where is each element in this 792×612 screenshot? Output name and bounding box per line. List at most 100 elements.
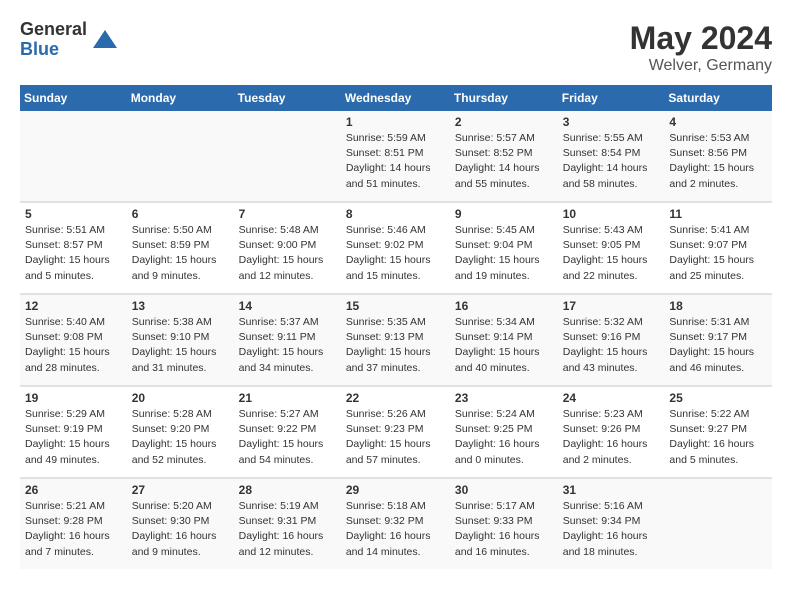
sunrise-text: Sunrise: 5:20 AM <box>132 500 212 512</box>
sunset-text: Sunset: 9:30 PM <box>132 515 210 527</box>
day-number: 14 <box>239 299 336 313</box>
sunset-text: Sunset: 9:33 PM <box>455 515 533 527</box>
calendar-cell: 2Sunrise: 5:57 AMSunset: 8:52 PMDaylight… <box>450 111 558 201</box>
calendar-cell: 5Sunrise: 5:51 AMSunset: 8:57 PMDaylight… <box>20 203 127 293</box>
calendar-cell: 18Sunrise: 5:31 AMSunset: 9:17 PMDayligh… <box>664 295 772 385</box>
daylight-text: Daylight: 16 hours and 14 minutes. <box>346 530 431 557</box>
daylight-text: Daylight: 16 hours and 18 minutes. <box>563 530 648 557</box>
location-title: Welver, Germany <box>630 57 772 75</box>
sunrise-text: Sunrise: 5:24 AM <box>455 408 535 420</box>
sunset-text: Sunset: 9:05 PM <box>563 239 641 251</box>
header-day-wednesday: Wednesday <box>341 85 450 111</box>
calendar-cell: 16 Sunrise: 5:34 AM Sunset: 9:14 PM Dayligh… <box>450 295 558 385</box>
daylight-text: Daylight: 16 hours and 5 minutes. <box>669 438 754 465</box>
sunset-text: Sunset: 9:14 PM <box>455 331 533 343</box>
daylight-text: Daylight: 14 hours and 55 minutes. <box>455 162 540 189</box>
daylight-text: Daylight: 16 hours and 16 minutes. <box>455 530 540 557</box>
sunrise-text: Sunrise: 5:51 AM <box>25 224 105 236</box>
sunset-text: Sunset: 8:54 PM <box>563 147 641 159</box>
calendar-cell: 10Sunrise: 5:43 AMSunset: 9:05 PMDayligh… <box>558 203 665 293</box>
header-day-friday: Friday <box>558 85 665 111</box>
calendar-cell: 4 Sunrise: 5:53 AMSunset: 8:56 PMDaylight… <box>664 111 772 201</box>
day-number: 9 <box>455 207 553 221</box>
calendar-cell: 29Sunrise: 5:18 AMSunset: 9:32 PMDayligh… <box>341 479 450 569</box>
sunset-text: Sunset: 9:02 PM <box>346 239 424 251</box>
calendar-cell: 14 Sunrise: 5:37 AMSunset: 9:11 PMDayligh… <box>234 295 341 385</box>
day-info: Sunrise: 5:23 AMSunset: 9:26 PMDaylight:… <box>563 407 660 468</box>
calendar-cell: 13 Sunrise: 5:38 AMSunset: 9:10 PMDayligh… <box>127 295 234 385</box>
daylight-text: Daylight: 15 hours and 46 minutes. <box>669 346 754 373</box>
sunrise-text: Sunrise: 5:19 AM <box>239 500 319 512</box>
sunset-text: Sunset: 9:22 PM <box>239 423 317 435</box>
sunrise-text: Sunrise: 5:28 AM <box>132 408 212 420</box>
sunrise-text: Sunrise: 5:34 AM <box>455 316 535 328</box>
calendar-cell: 26 Sunrise: 5:21 AM Sunset: 9:28 PM Dayligh… <box>20 479 127 569</box>
day-info: Sunrise: 5:48 AMSunset: 9:00 PMDaylight:… <box>239 223 336 284</box>
sunset-text: Sunset: 9:32 PM <box>346 515 424 527</box>
day-number: 7 <box>239 207 336 221</box>
sunset-text: Sunset: 9:00 PM <box>239 239 317 251</box>
daylight-text: Daylight: 14 hours and 51 minutes. <box>346 162 431 189</box>
sunset-text: Sunset: 9:26 PM <box>563 423 641 435</box>
logo: General Blue <box>20 20 119 60</box>
sunset-text: Sunset: 8:52 PM <box>455 147 533 159</box>
sunrise-text: Sunrise: 5:55 AM <box>563 132 643 144</box>
sunrise-text: Sunrise: 5:37 AM <box>239 316 319 328</box>
day-info: Sunrise: 5:38 AMSunset: 9:10 PMDaylight:… <box>132 315 229 376</box>
daylight-text: Daylight: 15 hours and 19 minutes. <box>455 254 540 281</box>
day-number: 24 <box>563 391 660 405</box>
day-number: 8 <box>346 207 445 221</box>
daylight-text: Daylight: 16 hours and 7 minutes. <box>25 530 110 557</box>
header-day-thursday: Thursday <box>450 85 558 111</box>
day-number: 27 <box>132 483 229 497</box>
day-number: 3 <box>563 115 660 129</box>
calendar-cell <box>664 479 772 569</box>
day-number: 13 <box>132 299 229 313</box>
sunrise-text: Sunrise: 5:41 AM <box>669 224 749 236</box>
calendar-cell: 22Sunrise: 5:26 AMSunset: 9:23 PMDayligh… <box>341 387 450 477</box>
day-info: Sunrise: 5:34 AM Sunset: 9:14 PM Daylight:… <box>455 315 553 376</box>
daylight-text: Daylight: 15 hours and 9 minutes. <box>132 254 217 281</box>
day-info: Sunrise: 5:22 AMSunset: 9:27 PMDaylight:… <box>669 407 767 468</box>
day-info: Sunrise: 5:20 AMSunset: 9:30 PMDaylight:… <box>132 499 229 560</box>
day-info: Sunrise: 5:53 AMSunset: 8:56 PMDaylight:… <box>669 131 767 192</box>
day-info: Sunrise: 5:37 AMSunset: 9:11 PMDaylight:… <box>239 315 336 376</box>
calendar-cell: 28Sunrise: 5:19 AMSunset: 9:31 PMDayligh… <box>234 479 341 569</box>
daylight-text: Daylight: 14 hours and 58 minutes. <box>563 162 648 189</box>
calendar-cell: 8 Sunrise: 5:46 AMSunset: 9:02 PMDaylight… <box>341 203 450 293</box>
calendar-cell: 19Sunrise: 5:29 AMSunset: 9:19 PMDayligh… <box>20 387 127 477</box>
calendar-cell <box>127 111 234 201</box>
month-title: May 2024 <box>630 20 772 57</box>
daylight-text: Daylight: 15 hours and 54 minutes. <box>239 438 324 465</box>
week-row-2: 5Sunrise: 5:51 AMSunset: 8:57 PMDaylight… <box>20 203 772 293</box>
day-number: 11 <box>669 207 767 221</box>
day-number: 17 <box>563 299 660 313</box>
sunset-text: Sunset: 9:10 PM <box>132 331 210 343</box>
day-info: Sunrise: 5:17 AMSunset: 9:33 PMDaylight:… <box>455 499 553 560</box>
daylight-text: Daylight: 15 hours and 40 minutes. <box>455 346 540 373</box>
day-number: 21 <box>239 391 336 405</box>
calendar-cell: 11Sunrise: 5:41 AMSunset: 9:07 PMDayligh… <box>664 203 772 293</box>
daylight-text: Daylight: 15 hours and 15 minutes. <box>346 254 431 281</box>
day-number: 4 <box>669 115 767 129</box>
day-number: 26 <box>25 483 122 497</box>
day-info: Sunrise: 5:40 AMSunset: 9:08 PMDaylight:… <box>25 315 122 376</box>
day-info: Sunrise: 5:21 AM Sunset: 9:28 PM Daylight:… <box>25 499 122 560</box>
day-info: Sunrise: 5:46 AMSunset: 9:02 PMDaylight:… <box>346 223 445 284</box>
sunrise-text: Sunrise: 5:21 AM <box>25 500 105 512</box>
day-info: Sunrise: 5:43 AMSunset: 9:05 PMDaylight:… <box>563 223 660 284</box>
day-number: 23 <box>455 391 553 405</box>
logo-icon <box>91 26 119 54</box>
daylight-text: Daylight: 16 hours and 12 minutes. <box>239 530 324 557</box>
header-row: SundayMondayTuesdayWednesdayThursdayFrid… <box>20 85 772 111</box>
sunset-text: Sunset: 8:59 PM <box>132 239 210 251</box>
daylight-text: Daylight: 15 hours and 31 minutes. <box>132 346 217 373</box>
sunrise-text: Sunrise: 5:23 AM <box>563 408 643 420</box>
day-number: 16 <box>455 299 553 313</box>
day-number: 31 <box>563 483 660 497</box>
sunset-text: Sunset: 9:28 PM <box>25 515 103 527</box>
daylight-text: Daylight: 16 hours and 0 minutes. <box>455 438 540 465</box>
day-number: 5 <box>25 207 122 221</box>
calendar-cell: 3 Sunrise: 5:55 AM Sunset: 8:54 PM Daylight… <box>558 111 665 201</box>
header-day-saturday: Saturday <box>664 85 772 111</box>
